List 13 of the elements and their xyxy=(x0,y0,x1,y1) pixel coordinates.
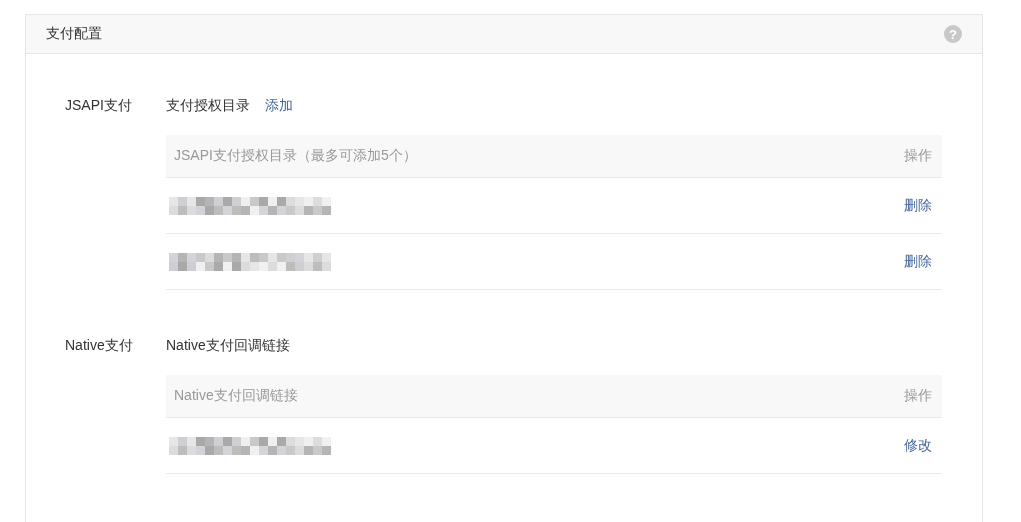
panel-title: 支付配置 xyxy=(46,25,102,43)
column-header: Native支付回调链接 xyxy=(174,387,298,405)
add-link[interactable]: 添加 xyxy=(265,94,293,116)
row-action-link[interactable]: 删除 xyxy=(904,252,932,271)
row-action-link[interactable]: 删除 xyxy=(904,196,932,215)
section-label: JSAPI支付 xyxy=(65,96,133,115)
column-header: 操作 xyxy=(904,387,932,405)
row-action-link[interactable]: 修改 xyxy=(904,436,932,455)
section-heading: Native支付回调链接 xyxy=(166,336,290,355)
column-header: 操作 xyxy=(904,147,932,165)
section-label: Native支付 xyxy=(65,336,134,355)
column-header: JSAPI支付授权目录（最多可添加5个） xyxy=(174,147,417,165)
section-heading: 支付授权目录 xyxy=(166,96,250,115)
